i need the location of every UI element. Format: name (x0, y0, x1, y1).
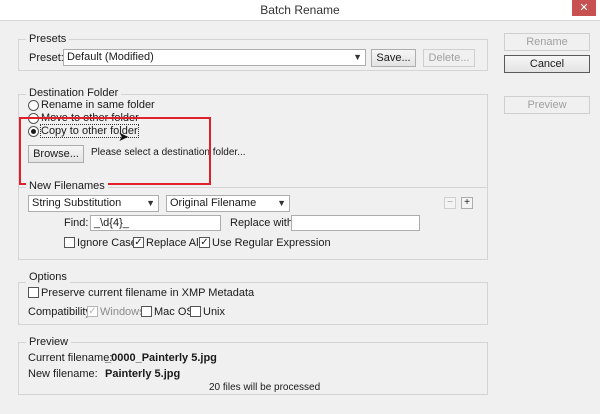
rename-same-folder-label[interactable]: Rename in same folder (41, 99, 155, 111)
destination-group-label: Destination Folder (26, 87, 122, 99)
files-processed-text: 20 files will be processed (209, 382, 321, 393)
macos-checkbox[interactable] (141, 306, 152, 317)
highlight-box (19, 117, 211, 185)
rename-method-select[interactable]: String Substitution ▼ (28, 195, 159, 212)
find-label: Find: (64, 217, 89, 229)
preview-button[interactable]: Preview (504, 96, 590, 114)
options-group-label: Options (26, 271, 70, 283)
chevron-down-icon: ▼ (277, 198, 286, 208)
new-filenames-group-label: New Filenames (26, 180, 108, 192)
new-filename-label: New filename: (28, 368, 98, 380)
window-title: Batch Rename (260, 3, 340, 17)
chevron-down-icon: ▼ (353, 52, 362, 62)
new-filename-value: Painterly 5.jpg (105, 368, 181, 380)
unix-checkbox[interactable] (190, 306, 201, 317)
current-filename-value: _0000_Painterly 5.jpg (105, 352, 217, 364)
remove-rule-button[interactable]: − (444, 197, 456, 209)
cancel-button[interactable]: Cancel (504, 55, 590, 73)
regex-label[interactable]: Use Regular Expression (212, 237, 331, 249)
preset-select-value: Default (Modified) (67, 51, 154, 63)
chevron-down-icon: ▼ (146, 198, 155, 208)
compatibility-label: Compatibility: (28, 306, 95, 318)
replace-all-checkbox[interactable]: ✓ (133, 237, 144, 248)
close-icon[interactable]: ✕ (572, 0, 596, 16)
windows-checkbox[interactable]: ✓ (87, 306, 98, 317)
regex-checkbox[interactable]: ✓ (199, 237, 210, 248)
rename-method-value: String Substitution (32, 197, 122, 209)
save-preset-button[interactable]: Save... (371, 49, 416, 67)
find-input[interactable]: _\d{4}_ (90, 215, 221, 231)
unix-label[interactable]: Unix (203, 306, 225, 318)
preview-group-label: Preview (26, 336, 72, 348)
preset-select[interactable]: Default (Modified) ▼ (63, 49, 366, 66)
preserve-filename-checkbox[interactable] (28, 287, 39, 298)
windows-label[interactable]: Windows (100, 306, 145, 318)
batch-rename-dialog: Presets Preset: Default (Modified) ▼ Sav… (0, 20, 600, 414)
current-filename-label: Current filename: (28, 352, 113, 364)
replace-with-input[interactable] (291, 215, 420, 231)
presets-group-label: Presets (26, 33, 70, 45)
ignore-case-checkbox[interactable] (64, 237, 75, 248)
preserve-filename-label[interactable]: Preserve current filename in XMP Metadat… (41, 287, 254, 299)
rename-source-select[interactable]: Original Filename ▼ (166, 195, 290, 212)
rename-button[interactable]: Rename (504, 33, 590, 51)
preset-label: Preset: (29, 52, 64, 64)
delete-preset-button[interactable]: Delete... (423, 49, 475, 67)
add-rule-button[interactable]: + (461, 197, 473, 209)
rename-same-folder-radio[interactable] (28, 100, 39, 111)
replace-all-label[interactable]: Replace All (146, 237, 201, 249)
ignore-case-label[interactable]: Ignore Case (77, 237, 137, 249)
macos-label[interactable]: Mac OS (154, 306, 194, 318)
title-bar: Batch Rename ✕ (0, 0, 600, 20)
replace-with-label: Replace with: (230, 217, 297, 229)
rename-source-value: Original Filename (170, 197, 257, 209)
